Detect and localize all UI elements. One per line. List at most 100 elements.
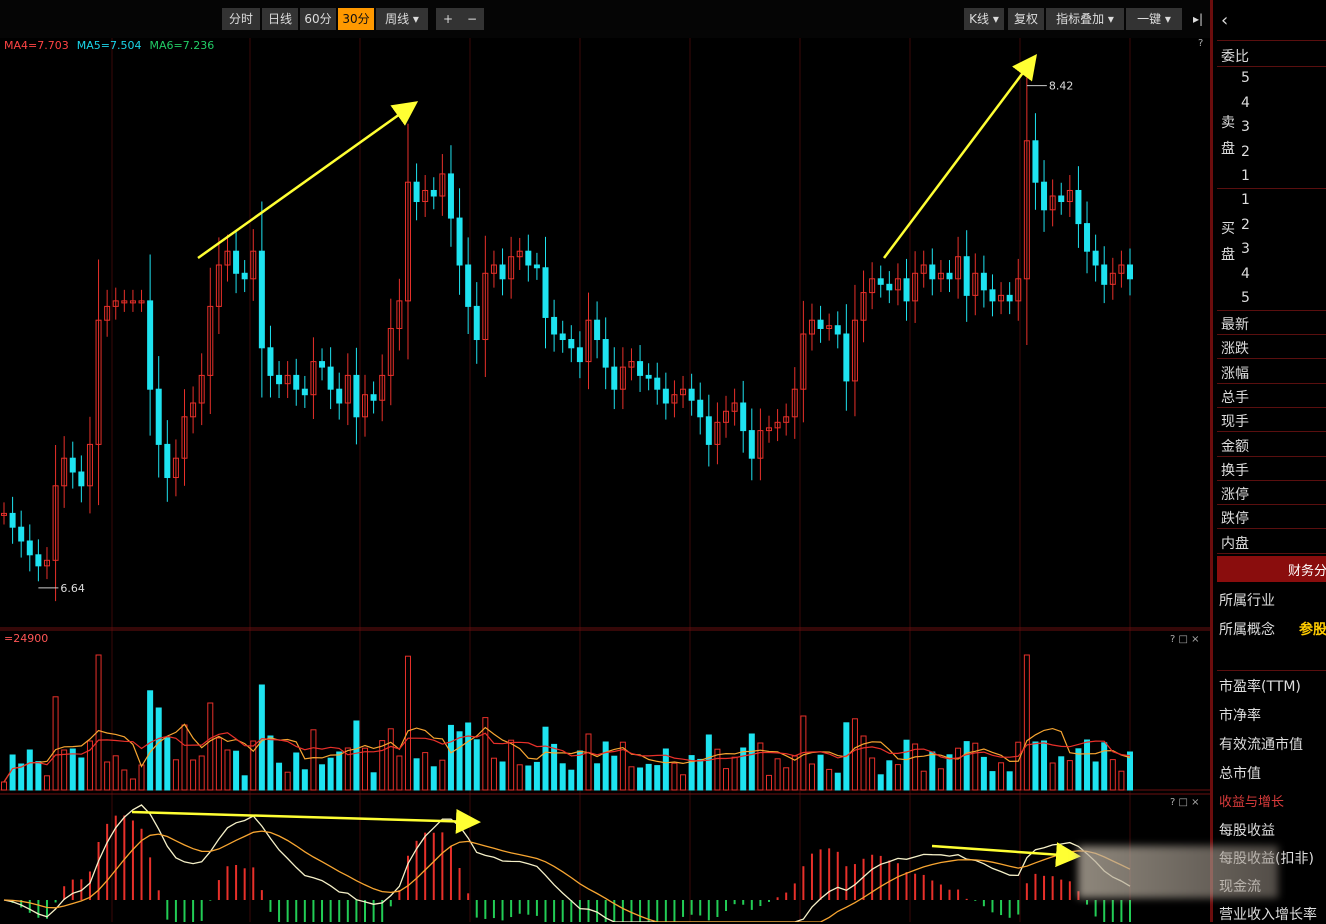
quote-field-label: 跌停 — [1221, 511, 1249, 528]
volume-bar — [465, 722, 472, 791]
candle-body — [886, 283, 893, 291]
volume-bar — [748, 733, 755, 791]
toolbar-option-button[interactable]: 复权 — [1008, 8, 1044, 30]
volume-legend: =24900 — [4, 632, 48, 645]
candle-body — [688, 388, 695, 401]
candle-body — [740, 402, 747, 432]
volume-bar — [989, 771, 996, 791]
candle-body — [370, 394, 377, 401]
volume-bar — [233, 750, 240, 791]
period-button[interactable]: 30分 — [338, 8, 374, 30]
candle-body — [637, 361, 644, 376]
period-toolbar: 分时 日线 60分 30分 周线 ▾ + − K线 ▾ 复权 指标叠加 ▾ 一键 ▾ ▸| — [0, 0, 1210, 38]
candle-body — [594, 319, 601, 341]
volume-bar — [886, 760, 893, 791]
concept-tag[interactable]: 参股 — [1299, 619, 1326, 639]
buy-level: 3 — [1241, 241, 1250, 257]
volume-bar — [301, 769, 308, 791]
volume-bar — [834, 772, 841, 791]
candle-body — [533, 264, 540, 269]
candle-body — [155, 388, 162, 445]
volume-bar — [155, 707, 162, 791]
zoom-in-button[interactable]: + — [436, 8, 460, 30]
candle-body — [267, 347, 274, 376]
candle-body — [319, 361, 326, 368]
volume-bar — [69, 748, 76, 791]
volume-bar — [9, 754, 16, 791]
candle-body — [1092, 250, 1099, 266]
candle-body — [843, 333, 850, 382]
finance-tab-label: 财务分 — [1287, 564, 1326, 579]
concept-label: 所属概念 — [1219, 622, 1275, 638]
candle-body — [447, 173, 454, 219]
toolbar-option-button[interactable]: K线 ▾ — [964, 8, 1004, 30]
volume-bar — [353, 720, 360, 791]
ma-legend-item: MA5=7.504 — [77, 39, 142, 52]
candle-body — [69, 457, 76, 473]
candle-body — [1032, 140, 1039, 183]
volume-bar — [276, 762, 283, 791]
candle-body — [542, 267, 549, 318]
volume-bar — [594, 763, 601, 791]
volume-bar — [293, 752, 300, 791]
volume-bar — [1075, 748, 1082, 791]
toolbar-option-button[interactable]: 一键 ▾ — [1126, 8, 1182, 30]
candle-body — [1058, 195, 1065, 203]
volume-bar — [877, 774, 884, 791]
candle-body — [877, 278, 884, 285]
candle-body — [241, 272, 248, 280]
buy-level: 2 — [1241, 216, 1250, 233]
candle-body — [276, 374, 283, 385]
candle-body — [473, 305, 480, 341]
period-button[interactable]: 周线 ▾ — [376, 8, 428, 30]
blurred-overlay — [1078, 846, 1278, 898]
volume-bar — [637, 767, 644, 791]
volume-bar — [35, 761, 42, 791]
candle-body — [430, 189, 437, 197]
buy-level: 4 — [1241, 265, 1250, 282]
volume-bar — [241, 775, 248, 791]
low-price-label: 6.64 — [60, 582, 85, 595]
candle-body — [9, 512, 16, 528]
candle-body — [301, 388, 308, 396]
sell-level: 1 — [1241, 168, 1250, 184]
volume-bar — [576, 750, 583, 791]
volume-bar — [1092, 761, 1099, 791]
ma-legend-item: MA6=7.236 — [149, 39, 214, 52]
toolbar-option-button[interactable]: 指标叠加 ▾ — [1046, 8, 1124, 30]
candle-body — [26, 540, 33, 556]
candle-body — [1041, 181, 1048, 211]
candle-body — [353, 374, 360, 418]
volume-bar — [611, 755, 618, 791]
candle-body — [1127, 264, 1133, 280]
quote-field-label: 涨跌 — [1221, 341, 1249, 358]
quote-field-label: 总手 — [1221, 389, 1249, 406]
quote-field-label: 内盘 — [1221, 535, 1249, 552]
zoom-out-button[interactable]: − — [460, 8, 484, 30]
candle-body — [989, 289, 996, 302]
high-price-label: 8.42 — [1049, 80, 1074, 93]
candle-body — [946, 272, 953, 280]
period-button[interactable]: 60分 — [300, 8, 336, 30]
candle-body — [662, 388, 669, 404]
period-button[interactable]: 日线 — [262, 8, 298, 30]
period-button[interactable]: 分时 — [222, 8, 260, 30]
valuation-metric-label: 有效流通市值 — [1219, 737, 1303, 753]
volume-bar — [370, 772, 377, 791]
collapse-icon[interactable]: ▸| — [1188, 8, 1208, 30]
growth-section-title: 收益与增长 — [1219, 795, 1285, 810]
macd-panel-controls: ? □ × — [1170, 797, 1200, 808]
candle-body — [817, 319, 824, 329]
back-button[interactable]: ‹ — [1221, 10, 1228, 31]
volume-bar — [1084, 739, 1091, 791]
volume-bar — [447, 724, 454, 791]
candle-body — [233, 250, 240, 274]
valuation-metric-label: 总市值 — [1219, 766, 1261, 782]
candle-body — [465, 264, 472, 307]
finance-tab[interactable]: 财务分 — [1217, 556, 1326, 582]
volume-bar — [336, 751, 343, 791]
volume-bar — [319, 764, 326, 791]
candle-body — [336, 388, 343, 404]
chart-area[interactable]: 8.42 6.64 MA4=7.703 MA5=7.504 MA6=7.236 =24… — [0, 0, 1210, 922]
valuation-metric-label: 市盈率(TTM) — [1219, 679, 1301, 695]
